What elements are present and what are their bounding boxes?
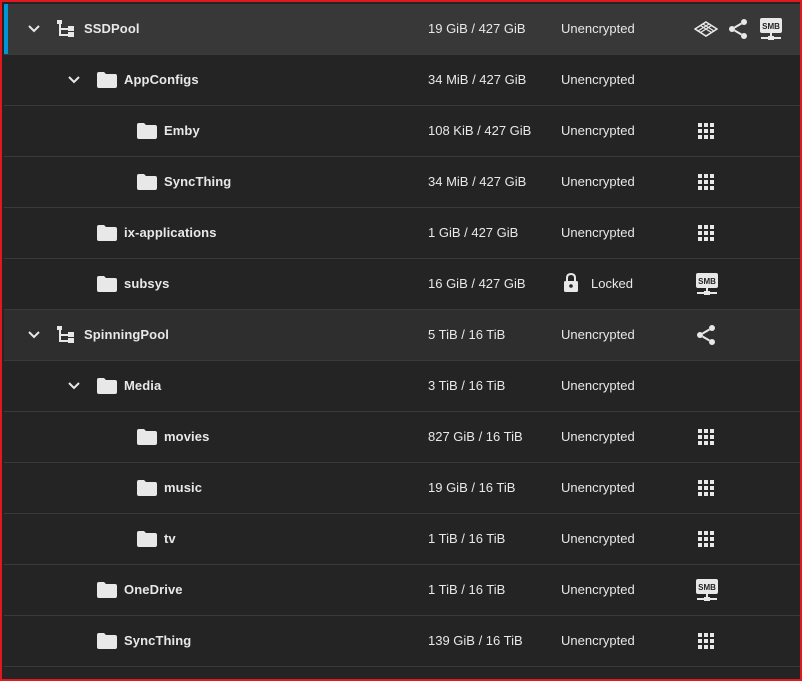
dataset-name: OneDrive (124, 582, 183, 597)
share-icon[interactable] (694, 323, 718, 347)
dataset-encryption: Unencrypted (561, 633, 635, 648)
smb-label: SMB (698, 583, 716, 592)
dataset-used: 1 TiB / 16 TiB (428, 531, 506, 546)
folder-icon (96, 632, 118, 650)
dataset-name: ix-applications (124, 225, 217, 240)
folder-icon (136, 428, 158, 446)
dataset-encryption: Unencrypted (561, 378, 635, 393)
dataset-used: 139 GiB / 16 TiB (428, 633, 523, 648)
chevron-down-icon[interactable] (66, 72, 82, 88)
dataset-name: SyncThing (124, 633, 192, 648)
chevron-down-icon[interactable] (66, 378, 82, 394)
dataset-encryption: Unencrypted (561, 174, 635, 189)
dataset-encryption: Unencrypted (561, 582, 635, 597)
apps-icon[interactable] (694, 221, 718, 245)
dataset-used: 34 MiB / 427 GiB (428, 174, 527, 189)
dataset-tree-panel: SSDPool 19 GiB / 427 GiB Unencrypted SMB… (0, 0, 802, 681)
share-icon[interactable] (726, 17, 750, 41)
folder-icon (96, 275, 118, 293)
dataset-encryption: Unencrypted (561, 327, 635, 342)
smb-icon[interactable]: SMB (758, 17, 782, 41)
folder-icon (136, 479, 158, 497)
dataset-name: Emby (164, 123, 200, 138)
chevron-down-icon[interactable] (26, 21, 42, 37)
folder-icon (136, 530, 158, 548)
dataset-used: 5 TiB / 16 TiB (428, 327, 506, 342)
dataset-encryption: Locked (591, 276, 633, 291)
dataset-name: SSDPool (84, 21, 140, 36)
dataset-row-onedrive[interactable]: OneDrive 1 TiB / 16 TiB Unencrypted SMB (4, 565, 800, 616)
dataset-encryption: Unencrypted (561, 429, 635, 444)
chevron-down-icon[interactable] (26, 327, 42, 343)
dataset-row-appconfigs[interactable]: AppConfigs 34 MiB / 427 GiB Unencrypted (4, 55, 800, 106)
dataset-name: SyncThing (164, 174, 232, 189)
dataset-row-spinningpool[interactable]: SpinningPool 5 TiB / 16 TiB Unencrypted (4, 310, 800, 361)
dataset-row-movies[interactable]: movies 827 GiB / 16 TiB Unencrypted (4, 412, 800, 463)
dataset-name: subsys (124, 276, 170, 291)
lock-icon (562, 273, 580, 293)
smb-label: SMB (762, 22, 780, 31)
apps-icon[interactable] (694, 629, 718, 653)
dataset-row-syncthing[interactable]: SyncThing 34 MiB / 427 GiB Unencrypted (4, 157, 800, 208)
dataset-encryption: Unencrypted (561, 21, 635, 36)
apps-icon[interactable] (694, 425, 718, 449)
dataset-encryption: Unencrypted (561, 531, 635, 546)
dataset-used: 827 GiB / 16 TiB (428, 429, 523, 444)
folder-icon (96, 581, 118, 599)
dataset-name: movies (164, 429, 210, 444)
folder-icon (136, 173, 158, 191)
dataset-row-tv[interactable]: tv 1 TiB / 16 TiB Unencrypted (4, 514, 800, 565)
dataset-encryption: Unencrypted (561, 72, 635, 87)
smb-icon[interactable]: SMB (694, 578, 718, 602)
folder-icon (136, 122, 158, 140)
dataset-name: SpinningPool (84, 327, 169, 342)
dataset-row-music[interactable]: music 19 GiB / 16 TiB Unencrypted (4, 463, 800, 514)
dataset-row-ix-applications[interactable]: ix-applications 1 GiB / 427 GiB Unencryp… (4, 208, 800, 259)
folder-icon (96, 224, 118, 242)
dataset-used: 3 TiB / 16 TiB (428, 378, 506, 393)
dataset-name: tv (164, 531, 176, 546)
dataset-tree: SSDPool 19 GiB / 427 GiB Unencrypted SMB… (4, 4, 800, 667)
smb-icon[interactable]: SMB (694, 272, 718, 296)
apps-icon[interactable] (694, 527, 718, 551)
pool-tree-icon (56, 326, 78, 344)
dataset-row-subsys[interactable]: subsys 16 GiB / 427 GiB Locked SMB (4, 259, 800, 310)
dataset-row-ssdpool[interactable]: SSDPool 19 GiB / 427 GiB Unencrypted SMB (4, 4, 800, 55)
dataset-name: AppConfigs (124, 72, 199, 87)
dataset-row-media[interactable]: Media 3 TiB / 16 TiB Unencrypted (4, 361, 800, 412)
apps-icon[interactable] (694, 170, 718, 194)
dataset-name: music (164, 480, 203, 495)
dataset-used: 1 GiB / 427 GiB (428, 225, 519, 240)
dataset-used: 108 KiB / 427 GiB (428, 123, 532, 138)
dataset-row-emby[interactable]: Emby 108 KiB / 427 GiB Unencrypted (4, 106, 800, 157)
dataset-encryption: Unencrypted (561, 225, 635, 240)
dataset-used: 19 GiB / 16 TiB (428, 480, 516, 495)
smb-label: SMB (698, 277, 716, 286)
dataset-used: 16 GiB / 427 GiB (428, 276, 526, 291)
pool-tree-icon (56, 20, 78, 38)
dataset-encryption: Unencrypted (561, 123, 635, 138)
dataset-used: 34 MiB / 427 GiB (428, 72, 527, 87)
dataset-name: Media (124, 378, 162, 393)
apps-icon[interactable] (694, 119, 718, 143)
folder-icon (96, 71, 118, 89)
folder-icon (96, 377, 118, 395)
layers-icon[interactable] (694, 17, 718, 41)
dataset-encryption: Unencrypted (561, 480, 635, 495)
dataset-used: 19 GiB / 427 GiB (428, 21, 526, 36)
dataset-used: 1 TiB / 16 TiB (428, 582, 506, 597)
apps-icon[interactable] (694, 476, 718, 500)
dataset-row-syncthing-spinning[interactable]: SyncThing 139 GiB / 16 TiB Unencrypted (4, 616, 800, 667)
